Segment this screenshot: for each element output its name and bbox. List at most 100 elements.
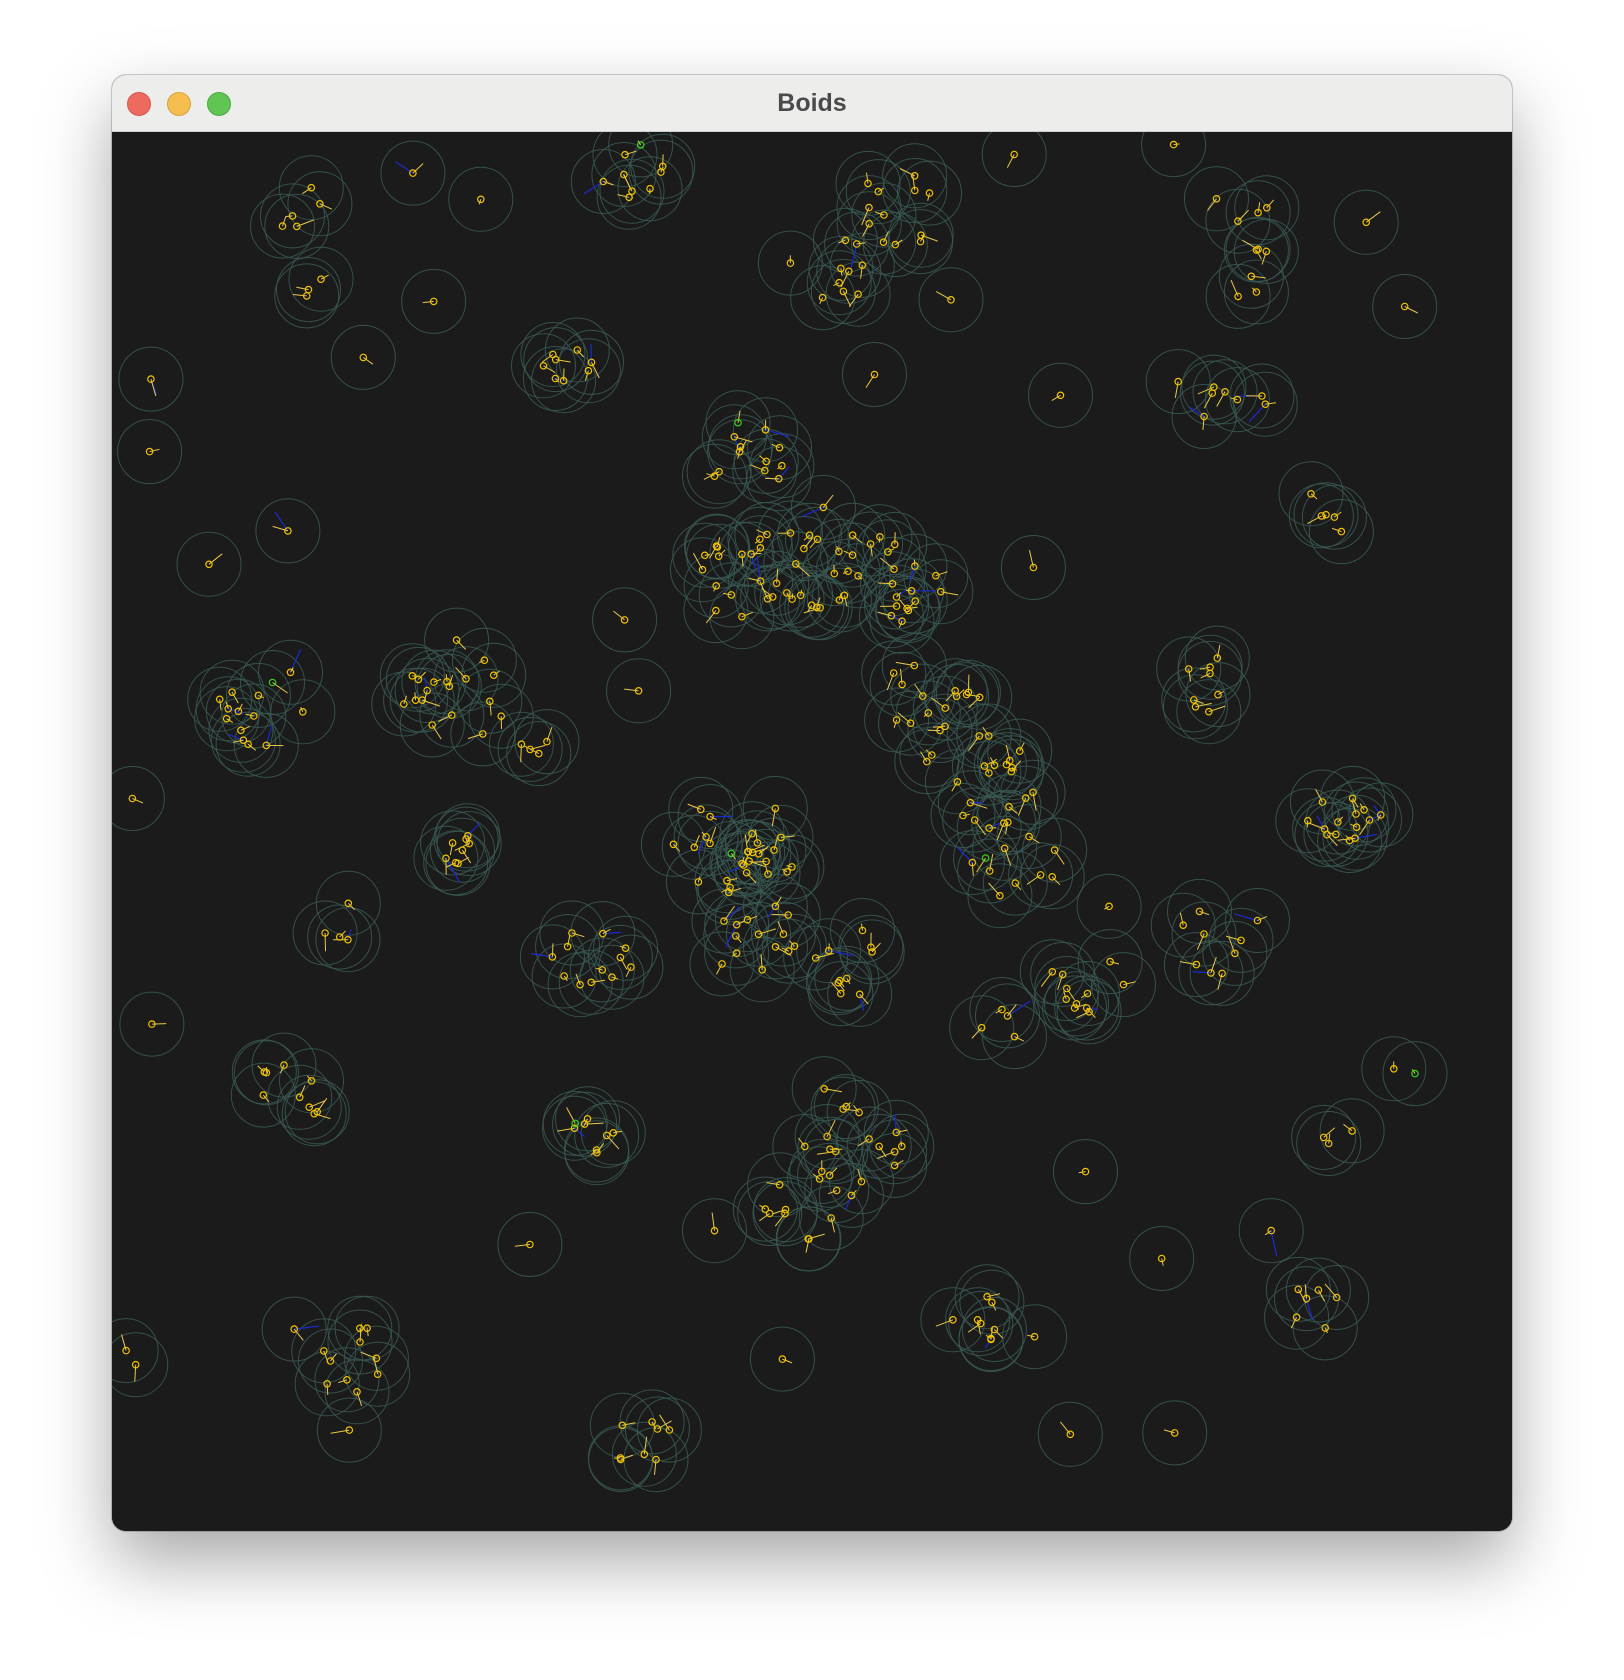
perception-ring — [882, 143, 948, 209]
boid — [539, 362, 548, 370]
perception-rings-layer — [112, 132, 1448, 1493]
perception-ring — [592, 587, 658, 653]
velocity-line — [149, 448, 160, 453]
boid — [128, 794, 137, 803]
velocity-line — [551, 943, 554, 957]
boid — [1233, 395, 1242, 404]
velocity-line — [326, 1383, 329, 1396]
boid — [925, 189, 934, 197]
perception-ring — [118, 346, 184, 412]
boid — [916, 237, 925, 246]
perception-ring — [315, 870, 381, 936]
perception-ring — [451, 627, 517, 693]
velocity-line — [1207, 198, 1217, 211]
velocity-line — [292, 294, 307, 297]
neighbor-link — [574, 1127, 586, 1138]
velocity-line — [1063, 990, 1067, 1000]
boid — [452, 636, 461, 644]
perception-ring — [949, 995, 1015, 1061]
boids-canvas[interactable] — [112, 132, 1512, 1531]
velocity-line — [422, 300, 434, 304]
boid — [712, 606, 720, 615]
perception-ring — [684, 513, 749, 579]
perception-ring — [511, 333, 576, 399]
perception-ring — [497, 1212, 563, 1277]
window-title: Boids — [777, 89, 847, 117]
velocity-line — [1202, 416, 1205, 431]
perception-ring — [112, 1332, 169, 1398]
perception-ring — [330, 324, 396, 390]
boid — [1218, 969, 1226, 978]
perception-ring — [981, 132, 1047, 187]
velocity-line — [860, 265, 863, 279]
boid — [1348, 1127, 1356, 1135]
boid — [359, 353, 368, 362]
velocity-line — [1026, 874, 1041, 885]
perception-ring — [424, 607, 490, 673]
perception-ring — [260, 183, 325, 249]
boid — [911, 597, 920, 605]
boid — [317, 275, 325, 284]
perception-ring — [1361, 1036, 1427, 1102]
velocity-line — [414, 692, 417, 701]
velocity-line — [366, 1328, 369, 1337]
boid — [147, 375, 155, 383]
velocity-line — [1109, 961, 1120, 965]
velocity-line — [865, 374, 875, 388]
perception-ring — [1037, 1401, 1103, 1467]
velocity-line — [1257, 202, 1261, 213]
neighbor-link — [1270, 1230, 1278, 1257]
boid — [1337, 527, 1346, 536]
velocity-line — [750, 860, 767, 863]
perception-ring — [1054, 975, 1120, 1041]
boid — [1252, 288, 1261, 296]
boid — [278, 222, 287, 230]
perception-ring — [267, 1064, 333, 1130]
boid — [890, 1161, 899, 1170]
neighbor-link — [1007, 1000, 1031, 1017]
velocity-line — [866, 172, 869, 184]
velocity-line — [1327, 832, 1336, 835]
perception-ring — [380, 140, 446, 206]
velocity-line — [927, 192, 930, 201]
boid — [458, 846, 467, 855]
title-bar[interactable]: Boids — [112, 75, 1512, 132]
velocity-line — [1006, 154, 1015, 168]
velocity-line — [219, 699, 222, 711]
boid — [295, 1093, 304, 1102]
velocity-line — [1051, 876, 1061, 886]
velocity-line — [971, 862, 974, 876]
perception-ring — [862, 511, 928, 577]
velocity-line — [1060, 1421, 1071, 1435]
perception-ring — [119, 991, 185, 1057]
boid — [344, 899, 353, 908]
velocity-line — [412, 163, 424, 174]
app-window: Boids — [112, 75, 1512, 1531]
boid — [1318, 798, 1327, 806]
velocity-line — [862, 223, 870, 237]
perception-ring — [812, 207, 878, 273]
boid-bodies-layer — [122, 140, 1419, 1464]
boid — [543, 737, 551, 746]
velocity-line — [461, 849, 472, 864]
velocity-line — [624, 688, 639, 692]
boid — [1048, 872, 1057, 881]
boid — [122, 1346, 130, 1355]
perception-ring — [1141, 132, 1207, 178]
velocity-line — [360, 1351, 377, 1359]
perception-ring — [250, 193, 315, 259]
velocity-line — [935, 291, 952, 301]
velocity-line — [151, 1023, 167, 1025]
velocity-line — [1307, 515, 1322, 525]
boid — [1208, 389, 1217, 397]
boid — [1066, 1430, 1075, 1439]
velocity-line — [1265, 402, 1276, 405]
boid — [1170, 1429, 1179, 1437]
perception-ring — [617, 156, 683, 222]
perception-ring — [255, 498, 321, 564]
velocity-line — [751, 552, 762, 555]
boid — [616, 953, 625, 962]
boid — [259, 1091, 268, 1099]
velocity-line — [1328, 1133, 1331, 1144]
boids-simulation-svg — [112, 132, 1448, 1493]
